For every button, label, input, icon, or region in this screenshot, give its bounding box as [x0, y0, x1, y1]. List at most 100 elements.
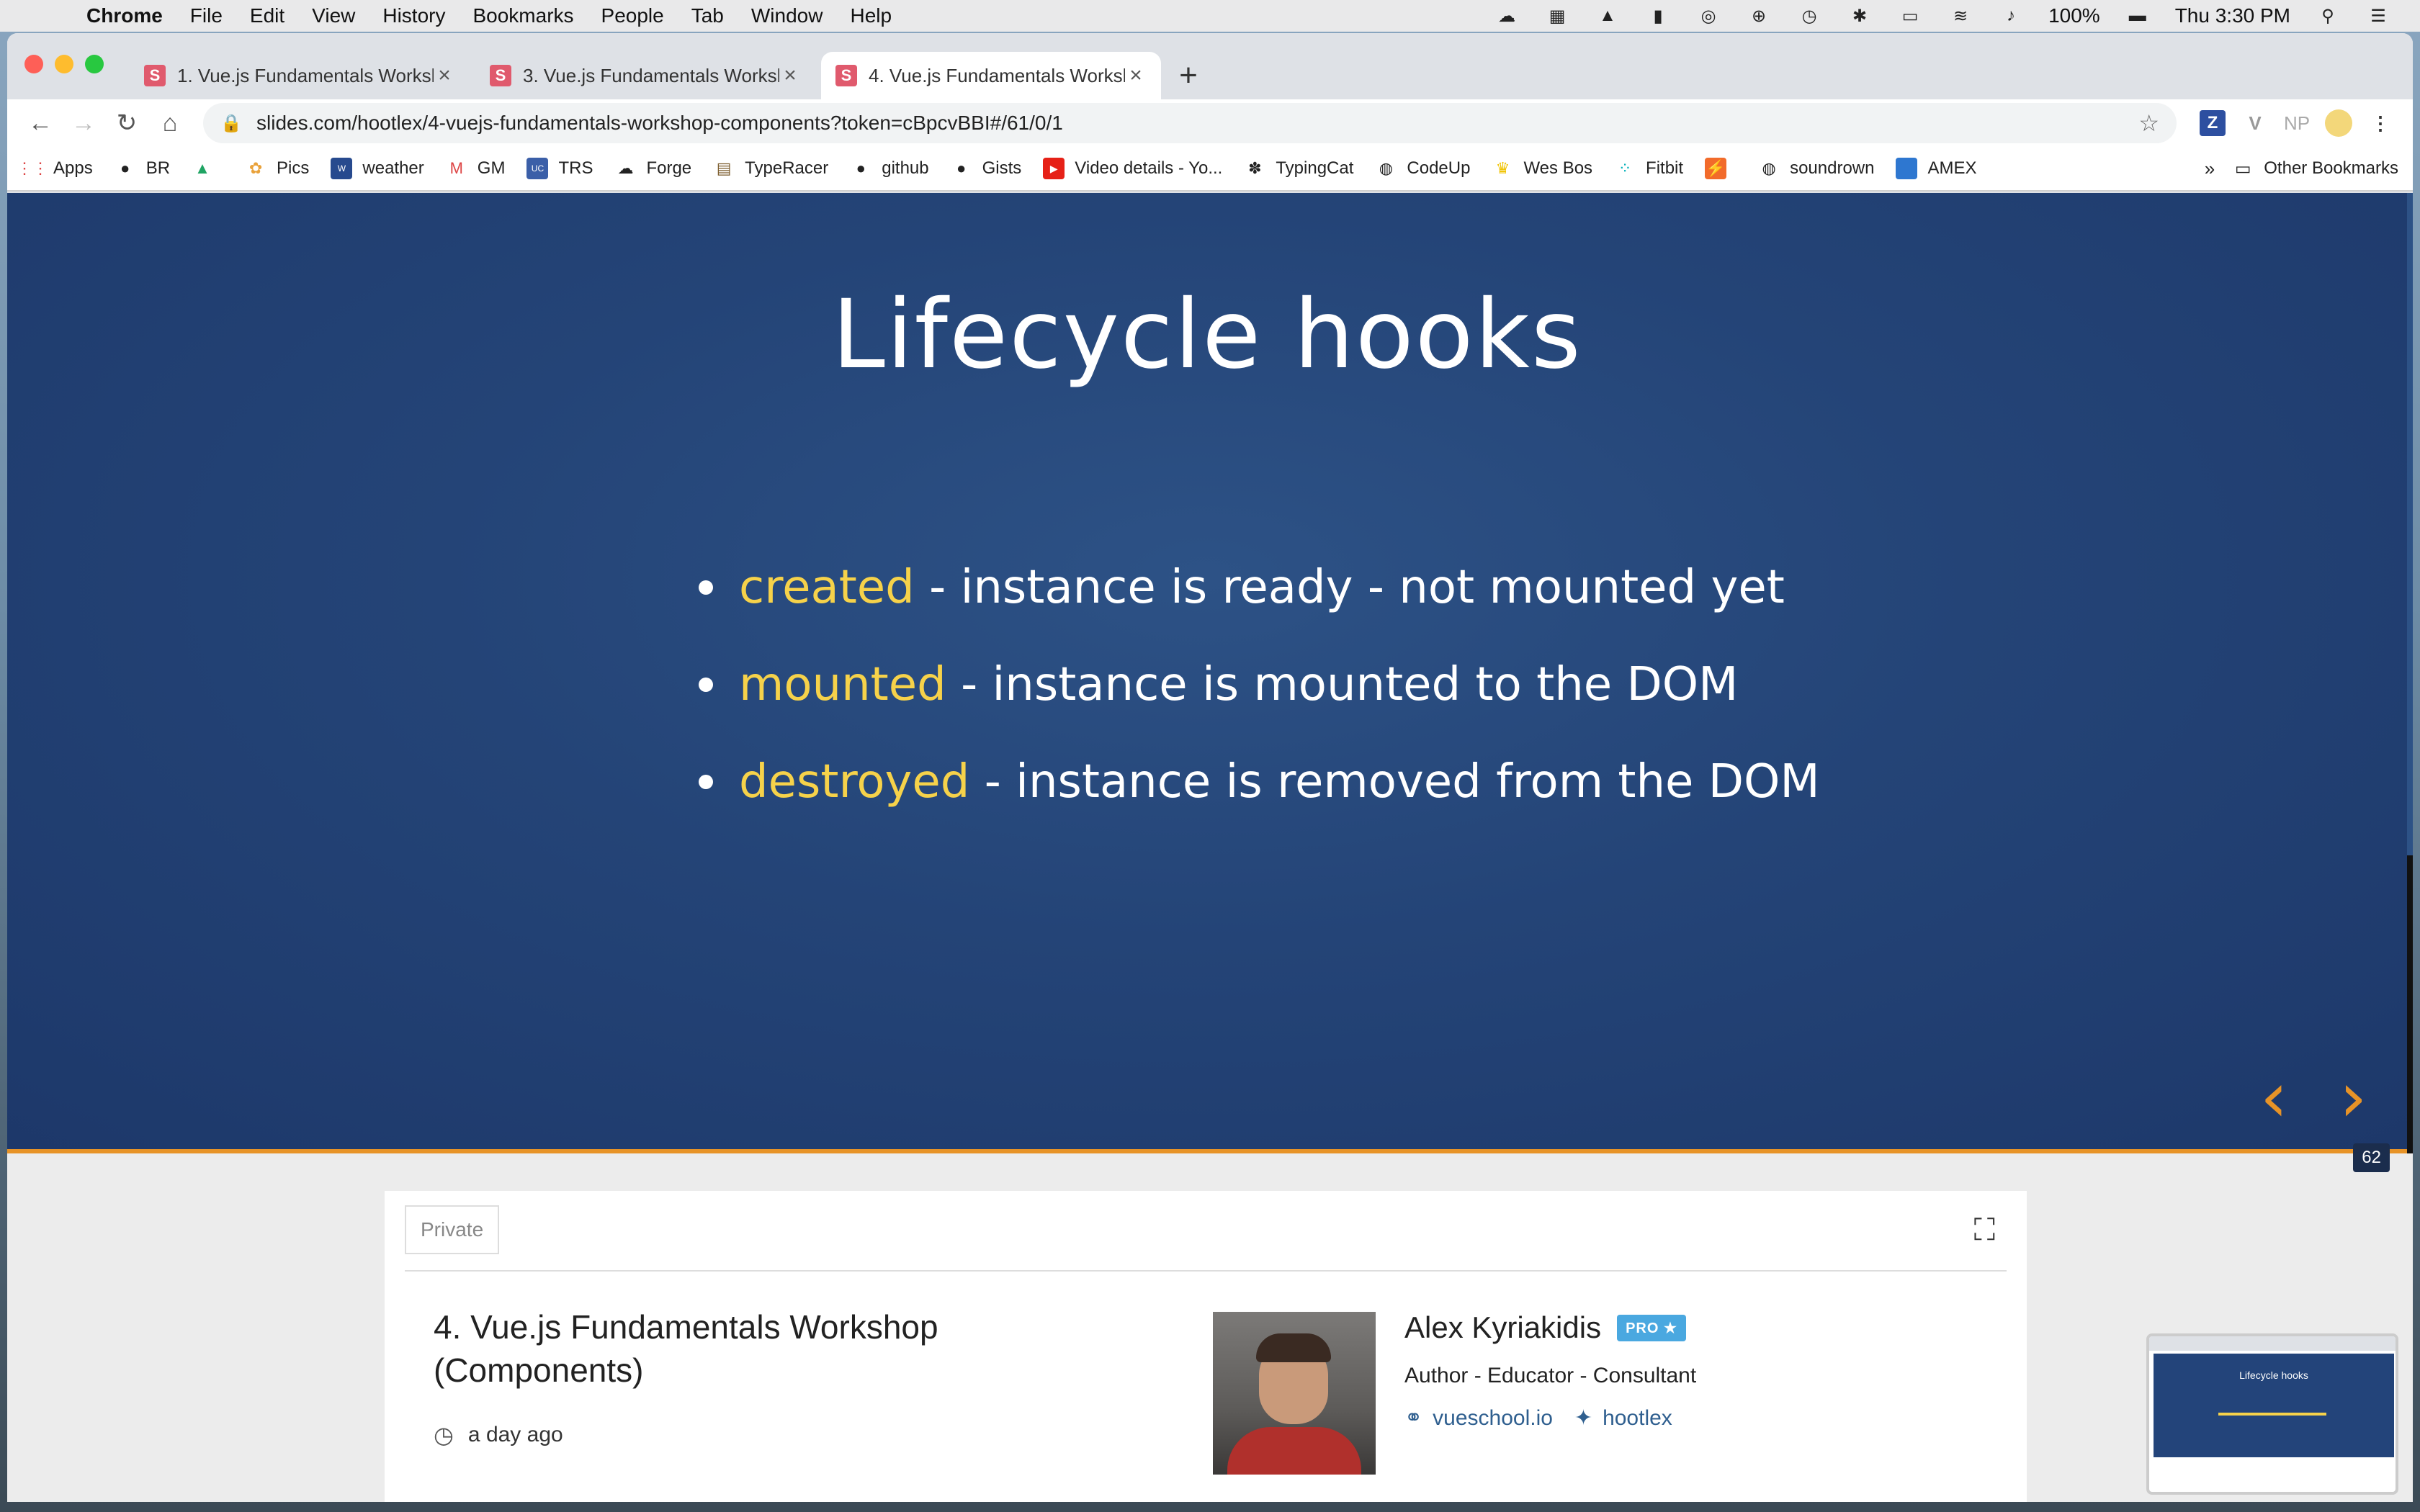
bookmark-github[interactable]: ● github: [850, 158, 929, 179]
bullet-mounted: mounted - instance is mounted to the DOM: [699, 636, 1820, 733]
audio-meter-icon[interactable]: ▮: [1645, 6, 1671, 26]
more-bookmarks-button[interactable]: »: [2205, 158, 2215, 180]
menu-app-name[interactable]: Chrome: [86, 4, 163, 27]
menu-bookmarks[interactable]: Bookmarks: [472, 4, 573, 27]
bullet-text: - instance is removed from the DOM: [969, 755, 1820, 809]
menu-history[interactable]: History: [382, 4, 445, 27]
menu-help[interactable]: Help: [850, 4, 892, 27]
close-tab-icon[interactable]: ×: [779, 63, 801, 88]
author-role: Author - Educator - Consultant: [1404, 1364, 1697, 1387]
bullet-dot-icon: [699, 677, 713, 692]
triangle-app-icon[interactable]: ▲: [1595, 6, 1621, 26]
bookmark-drive[interactable]: ▲: [192, 158, 223, 179]
scrollbar[interactable]: [2407, 193, 2413, 1153]
chrome-window: S 1. Vue.js Fundamentals Worksh × S 3. V…: [7, 33, 2413, 1502]
slide[interactable]: Lifecycle hooks created - instance is re…: [7, 193, 2407, 1172]
reload-button[interactable]: ↻: [105, 103, 148, 143]
battery-icon[interactable]: ▬: [2125, 6, 2151, 26]
accessibility-icon[interactable]: ⊕: [1746, 6, 1772, 26]
tab-1[interactable]: S 1. Vue.js Fundamentals Worksh ×: [130, 52, 470, 99]
trs-icon: UC: [526, 158, 549, 179]
bookmark-weather[interactable]: Wweather: [331, 158, 424, 179]
notification-center-icon[interactable]: ☰: [2365, 6, 2391, 26]
new-tab-button[interactable]: +: [1167, 52, 1210, 99]
bluetooth-icon[interactable]: ✱: [1847, 6, 1873, 26]
menu-view[interactable]: View: [312, 4, 355, 27]
bookmark-br[interactable]: ● BR: [115, 158, 170, 179]
author-twitter-link[interactable]: ✦ hootlex: [1574, 1405, 1672, 1431]
menu-tab[interactable]: Tab: [691, 4, 724, 27]
divider: [405, 1270, 2007, 1272]
spotlight-search-icon[interactable]: ⚲: [2315, 6, 2341, 26]
bookmark-fitbit[interactable]: ⁘ Fitbit: [1614, 158, 1683, 179]
slide-bullet-list: created - instance is ready - not mounte…: [699, 539, 1820, 830]
bookmark-forge[interactable]: ☁ Forge: [614, 158, 691, 179]
author-links: ⚭ vueschool.io ✦ hootlex: [1404, 1405, 1694, 1431]
scrollbar-thumb[interactable]: [2407, 193, 2413, 855]
tab-2[interactable]: S 3. Vue.js Fundamentals Worksh ×: [475, 52, 815, 99]
lock-icon[interactable]: 🔒: [220, 113, 242, 134]
back-button[interactable]: ←: [19, 103, 62, 143]
author-name-text[interactable]: Alex Kyriakidis: [1404, 1310, 1601, 1345]
bookmark-orange[interactable]: ⚡: [1705, 158, 1736, 179]
creative-cloud-icon[interactable]: ☁: [1494, 6, 1520, 26]
close-tab-icon[interactable]: ×: [1125, 63, 1147, 88]
docker-icon[interactable]: ▦: [1544, 6, 1570, 26]
close-window-button[interactable]: [24, 55, 43, 73]
extension-np-icon[interactable]: NP: [2276, 103, 2318, 143]
menu-people[interactable]: People: [601, 4, 664, 27]
bookmark-trs[interactable]: UC TRS: [526, 158, 593, 179]
close-tab-icon[interactable]: ×: [434, 63, 455, 88]
glasses-icon[interactable]: ◎: [1695, 6, 1721, 26]
address-bar[interactable]: 🔒 slides.com/hootlex/4-vuejs-fundamental…: [203, 103, 2177, 143]
tab-title: 1. Vue.js Fundamentals Worksh: [177, 64, 434, 86]
menubar-clock[interactable]: Thu 3:30 PM: [2175, 4, 2290, 27]
chrome-menu-icon[interactable]: ⋮: [2360, 103, 2401, 143]
bookmark-soundrown[interactable]: ◍ soundrown: [1758, 158, 1874, 179]
forge-icon: ☁: [617, 159, 634, 177]
bookmark-amex[interactable]: AMEX: [1896, 158, 1977, 179]
zoom-window-button[interactable]: [85, 55, 104, 73]
bookmark-apps[interactable]: ⋮⋮ Apps: [17, 158, 93, 179]
home-button[interactable]: ⌂: [148, 103, 192, 143]
bookmarks-bar: ⋮⋮ Apps ● BR ▲ ✿ Pics Wweather M GM UC TRS ☁ F…: [7, 147, 2413, 192]
bookmark-star-icon[interactable]: ☆: [2138, 109, 2159, 137]
bookmark-wes-bos[interactable]: ♛ Wes Bos: [1492, 158, 1592, 179]
gmail-icon: M: [449, 159, 463, 177]
fullscreen-icon[interactable]: ⛶: [1974, 1212, 1995, 1248]
bookmark-gists[interactable]: ● Gists: [951, 158, 1021, 179]
volume-icon[interactable]: ♪: [1998, 6, 2024, 26]
time-machine-icon[interactable]: ◷: [1796, 6, 1822, 26]
next-slide-arrow-icon[interactable]: ›: [2339, 1057, 2367, 1138]
menubar-tray: ☁ ▦ ▲ ▮ ◎ ⊕ ◷ ✱ ▭ ≋ ♪ 100% ▬ Thu 3:30 PM…: [1494, 4, 2420, 27]
window-controls: [24, 55, 104, 73]
author-avatar[interactable]: [1213, 1312, 1376, 1475]
bookmark-video-details[interactable]: ▶ Video details - Yo...: [1043, 158, 1222, 179]
bullet-destroyed: destroyed - instance is removed from the…: [699, 733, 1820, 830]
prev-slide-arrow-icon[interactable]: ‹: [2260, 1057, 2287, 1138]
bookmark-gm[interactable]: M GM: [446, 158, 506, 179]
other-bookmarks-button[interactable]: ▭ Other Bookmarks: [2232, 158, 2398, 179]
extension-v-icon[interactable]: V: [2234, 103, 2276, 143]
forward-button[interactable]: →: [62, 103, 105, 143]
bookmark-typeracer[interactable]: ▤ TypeRacer: [713, 158, 828, 179]
menu-file[interactable]: File: [190, 4, 223, 27]
minimize-window-button[interactable]: [55, 55, 73, 73]
menu-edit[interactable]: Edit: [250, 4, 284, 27]
screenshot-thumbnail[interactable]: Lifecycle hooks: [2146, 1333, 2398, 1495]
bookmark-codeup[interactable]: ◍ CodeUp: [1375, 158, 1471, 179]
keyboard-icon[interactable]: ▭: [1897, 6, 1923, 26]
extension-z-icon[interactable]: Z: [2200, 110, 2226, 136]
deck-updated: ◷ a day ago: [434, 1421, 563, 1449]
menu-window[interactable]: Window: [751, 4, 823, 27]
author-website-link[interactable]: ⚭ vueschool.io: [1404, 1405, 1553, 1431]
bookmark-typingcat[interactable]: ✽ TypingCat: [1244, 158, 1353, 179]
bullet-created: created - instance is ready - not mounte…: [699, 539, 1820, 636]
bookmark-pics[interactable]: ✿ Pics: [245, 158, 310, 179]
thumbnail-browser-bar: [2149, 1336, 2396, 1351]
tab-3-active[interactable]: S 4. Vue.js Fundamentals Worksh ×: [821, 52, 1161, 99]
profile-avatar-icon[interactable]: [2318, 103, 2360, 143]
url-text[interactable]: slides.com/hootlex/4-vuejs-fundamentals-…: [256, 112, 2138, 135]
wifi-icon[interactable]: ≋: [1948, 6, 1973, 26]
amex-icon: [1896, 158, 1918, 179]
